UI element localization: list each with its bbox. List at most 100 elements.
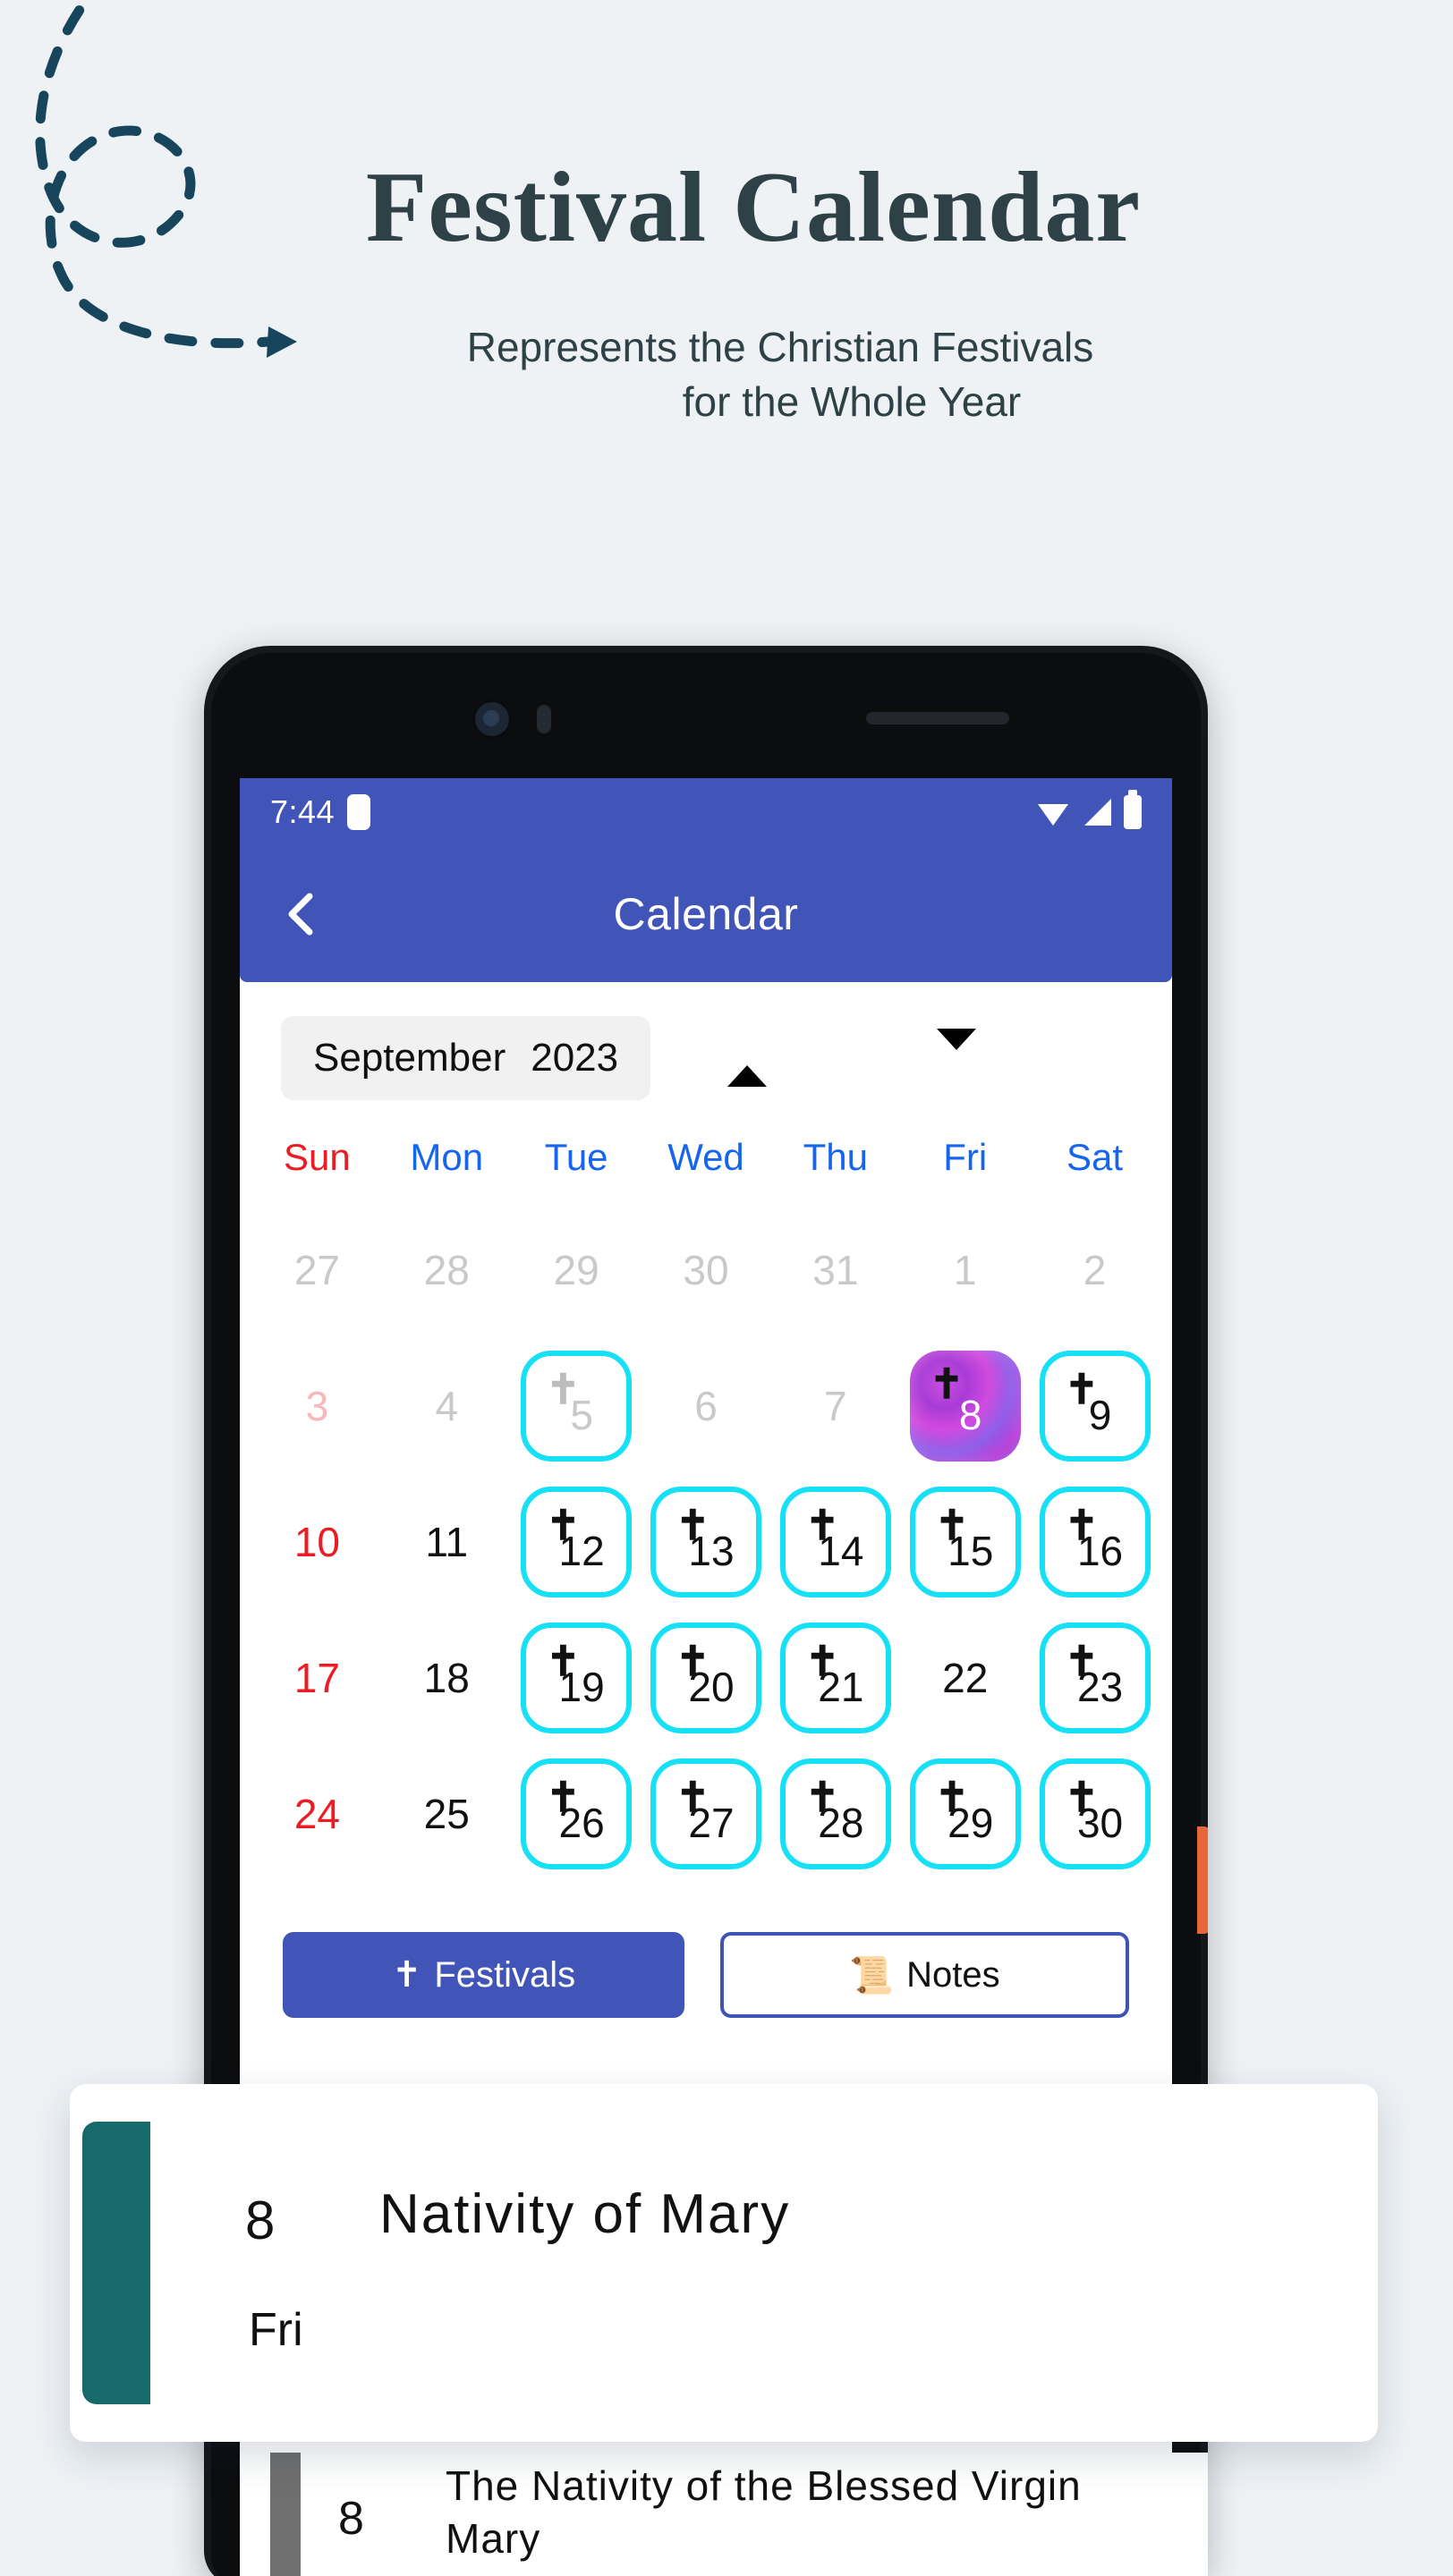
day-6[interactable]: 6: [650, 1351, 761, 1462]
calendar-day-cell[interactable]: ✝ 16: [1030, 1474, 1160, 1610]
page-subtitle: Represents the Christian Festivals for t…: [0, 320, 1453, 428]
calendar-day-cell[interactable]: ✝ 21: [770, 1610, 900, 1746]
day-number: 28: [423, 1247, 470, 1293]
day-number: 24: [293, 1791, 340, 1837]
calendar-day-cell[interactable]: 17: [252, 1610, 382, 1746]
calendar-day-cell[interactable]: ✝ 20: [642, 1610, 771, 1746]
calendar-day-cell[interactable]: 3: [252, 1338, 382, 1474]
battery-icon: [1124, 790, 1142, 829]
day-4[interactable]: 4: [391, 1351, 502, 1462]
calendar-day-cell[interactable]: 11: [382, 1474, 512, 1610]
calendar-day-cell[interactable]: ✝ 29: [900, 1746, 1030, 1882]
notification-chip-icon: [347, 794, 371, 830]
day-28[interactable]: ✝ 28: [779, 1758, 891, 1869]
day-28[interactable]: 28: [391, 1215, 502, 1326]
calendar-day-cell[interactable]: 28: [382, 1202, 512, 1338]
day-24[interactable]: 24: [261, 1758, 372, 1869]
notepad-icon: 📜: [849, 1955, 895, 1996]
calendar-day-cell[interactable]: 25: [382, 1746, 512, 1882]
day-21[interactable]: ✝ 21: [779, 1623, 891, 1733]
calendar-day-cell[interactable]: ✝ 5: [512, 1338, 642, 1474]
day-30[interactable]: 30: [650, 1215, 761, 1326]
day-8[interactable]: ✝ 8: [909, 1351, 1021, 1462]
calendar-grid[interactable]: 27 28 29 30 31 1 2 3 4 ✝ 5 6 7 ✝ 8 ✝ 9 10 11 ✝ 12 ✝ 13 ✝ 14 ✝ 15 ✝ 1…: [240, 1179, 1172, 1882]
day-23[interactable]: ✝ 23: [1039, 1623, 1151, 1733]
front-camera-icon: [472, 699, 512, 739]
day-30[interactable]: ✝ 30: [1039, 1758, 1151, 1869]
day-31[interactable]: 31: [780, 1215, 891, 1326]
event-detail-card[interactable]: 8 Fri Nativity of Mary: [70, 2084, 1378, 2442]
day-2[interactable]: 2: [1040, 1215, 1151, 1326]
day-number: 19: [558, 1664, 605, 1710]
calendar-day-cell[interactable]: ✝ 14: [770, 1474, 900, 1610]
calendar-day-cell[interactable]: ✝ 30: [1030, 1746, 1160, 1882]
day-number: 23: [1076, 1664, 1124, 1710]
day-29[interactable]: 29: [521, 1215, 632, 1326]
day-number: 6: [694, 1383, 718, 1429]
calendar-day-cell[interactable]: ✝ 26: [512, 1746, 642, 1882]
day-10[interactable]: 10: [261, 1487, 372, 1597]
notes-button[interactable]: 📜 Notes: [720, 1932, 1129, 2018]
event-card-accent: [82, 2122, 150, 2404]
calendar-day-cell[interactable]: 18: [382, 1610, 512, 1746]
cross-icon: ✝: [391, 1955, 422, 1995]
bottom-button-row: ✝ Festivals 📜 Notes: [240, 1882, 1172, 2018]
day-5[interactable]: ✝ 5: [521, 1351, 633, 1462]
calendar-day-cell[interactable]: ✝ 12: [512, 1474, 642, 1610]
calendar-day-cell[interactable]: 30: [642, 1202, 771, 1338]
day-1[interactable]: 1: [910, 1215, 1021, 1326]
calendar-day-cell[interactable]: ✝ 9: [1030, 1338, 1160, 1474]
calendar-day-cell[interactable]: ✝ 13: [642, 1474, 771, 1610]
calendar-day-cell[interactable]: 22: [900, 1610, 1030, 1746]
day-13[interactable]: ✝ 13: [650, 1487, 761, 1597]
calendar-day-cell[interactable]: ✝ 23: [1030, 1610, 1160, 1746]
calendar-day-cell[interactable]: 6: [642, 1338, 771, 1474]
day-7[interactable]: 7: [780, 1351, 891, 1462]
day-16[interactable]: ✝ 16: [1039, 1487, 1151, 1597]
day-17[interactable]: 17: [261, 1623, 372, 1733]
calendar-day-cell[interactable]: 31: [770, 1202, 900, 1338]
day-20[interactable]: ✝ 20: [650, 1623, 761, 1733]
calendar-day-cell[interactable]: ✝ 27: [642, 1746, 771, 1882]
calendar-day-cell[interactable]: ✝ 19: [512, 1610, 642, 1746]
calendar-day-cell[interactable]: ✝ 15: [900, 1474, 1030, 1610]
day-14[interactable]: ✝ 14: [779, 1487, 891, 1597]
day-18[interactable]: 18: [391, 1623, 502, 1733]
day-number: 27: [293, 1247, 340, 1293]
day-9[interactable]: ✝ 9: [1039, 1351, 1151, 1462]
day-22[interactable]: 22: [910, 1623, 1021, 1733]
back-button[interactable]: [277, 889, 327, 939]
prev-month-button[interactable]: [727, 1050, 768, 1087]
day-15[interactable]: ✝ 15: [909, 1487, 1021, 1597]
day-number: 31: [812, 1247, 859, 1293]
calendar-day-cell[interactable]: ✝ 8: [900, 1338, 1030, 1474]
month-year-pill[interactable]: September 2023: [281, 1016, 651, 1100]
day-12[interactable]: ✝ 12: [521, 1487, 633, 1597]
calendar-day-cell[interactable]: 10: [252, 1474, 382, 1610]
calendar-day-cell[interactable]: 4: [382, 1338, 512, 1474]
day-number: 27: [688, 1800, 735, 1846]
day-27[interactable]: ✝ 27: [650, 1758, 761, 1869]
day-11[interactable]: 11: [391, 1487, 502, 1597]
festivals-button[interactable]: ✝ Festivals: [283, 1932, 684, 2018]
day-25[interactable]: 25: [391, 1758, 502, 1869]
calendar-day-cell[interactable]: 2: [1030, 1202, 1160, 1338]
day-29[interactable]: ✝ 29: [909, 1758, 1021, 1869]
day-number: 2: [1083, 1247, 1107, 1293]
day-27[interactable]: 27: [261, 1215, 372, 1326]
calendar-day-cell[interactable]: 29: [512, 1202, 642, 1338]
day-19[interactable]: ✝ 19: [521, 1623, 633, 1733]
power-button[interactable]: [1197, 1826, 1208, 1934]
app-bar: 7:44 Calendar: [240, 778, 1172, 982]
calendar-day-cell[interactable]: 24: [252, 1746, 382, 1882]
calendar-day-cell[interactable]: 7: [770, 1338, 900, 1474]
day-number: 18: [423, 1655, 470, 1701]
festivals-button-label: Festivals: [434, 1954, 576, 1995]
calendar-day-cell[interactable]: 27: [252, 1202, 382, 1338]
calendar-day-cell[interactable]: ✝ 28: [770, 1746, 900, 1882]
day-3[interactable]: 3: [261, 1351, 372, 1462]
day-26[interactable]: ✝ 26: [521, 1758, 633, 1869]
calendar-day-cell[interactable]: 1: [900, 1202, 1030, 1338]
festival-list-row[interactable]: 8 The Nativity of the Blessed Virgin Mar…: [270, 2453, 1208, 2576]
next-month-button[interactable]: [937, 1029, 977, 1066]
